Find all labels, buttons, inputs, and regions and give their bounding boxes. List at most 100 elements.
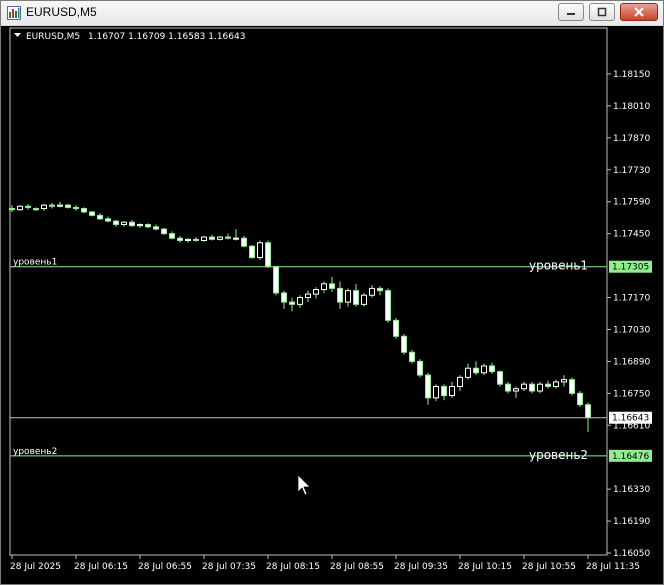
candle-body (249, 245, 255, 259)
candle (169, 231, 175, 240)
candle-body (217, 236, 223, 240)
dropdown-triangle-icon[interactable] (14, 33, 21, 37)
maximize-button[interactable] (589, 3, 615, 21)
candle-body (345, 290, 351, 303)
candle (481, 363, 487, 376)
price-tick-label: 1.17730 (613, 166, 650, 176)
candle (161, 227, 167, 235)
candle-body (353, 290, 359, 305)
price-tick-label: 1.17170 (613, 294, 650, 304)
candle (537, 381, 543, 394)
candle (321, 281, 327, 293)
candle-body (569, 379, 575, 394)
candle-body (289, 301, 295, 305)
time-tick-label: 28 Jul 06:15 (74, 562, 128, 572)
price-tick-label: 1.16610 (613, 421, 650, 431)
price-tick-label: 1.17590 (613, 198, 650, 208)
price-tick-label: 1.16190 (613, 517, 650, 527)
candle (513, 386, 519, 398)
candle-body (225, 236, 231, 239)
candle-body (561, 379, 567, 383)
candle-body (393, 319, 399, 337)
candle (553, 379, 559, 389)
price-tick-label: 1.18150 (613, 70, 650, 80)
candle-body (161, 228, 167, 235)
price-tick-label: 1.16330 (613, 485, 650, 495)
candle-body (297, 297, 303, 305)
candle-body (457, 376, 463, 387)
candle-body (185, 238, 191, 241)
candle-body (521, 383, 527, 390)
candle (369, 284, 375, 298)
price-tick-label: 1.17870 (613, 134, 650, 144)
candle-body (545, 383, 551, 387)
candle-body (585, 404, 591, 419)
candle (241, 235, 247, 248)
candle (249, 245, 255, 259)
candle-body (17, 205, 23, 211)
candle (129, 219, 135, 227)
candle-body (89, 211, 95, 216)
candle (225, 233, 231, 240)
price-axis: 1.18150 1.18010 1.17870 1.17730 1.17590 1.174… (607, 70, 650, 559)
candle-body (265, 242, 271, 268)
candle (17, 205, 23, 211)
candle-body (233, 237, 239, 240)
candle (361, 292, 367, 307)
candle (569, 377, 575, 396)
price-tick-label: 1.18010 (613, 102, 650, 112)
candle-body (241, 237, 247, 247)
candle (425, 372, 431, 405)
candle-body (281, 292, 287, 303)
time-axis: 28 Jul 2025 28 Jul 06:15 28 Jul 06:55 28 Ju… (10, 555, 640, 572)
candle (81, 207, 87, 214)
chart-header: EURUSD,M5 1.16707 1.16709 1.16583 1.1664… (14, 32, 245, 42)
candle (337, 281, 343, 309)
candle-body (385, 290, 391, 321)
candle (177, 235, 183, 243)
level-price-badge-text: 1.17305 (612, 263, 649, 273)
time-tick-label: 28 Jul 07:35 (202, 562, 256, 572)
candle (441, 384, 447, 401)
candle (281, 290, 287, 309)
candle (345, 288, 351, 307)
candle (121, 221, 127, 227)
candle (257, 240, 263, 260)
candle-body (465, 367, 471, 378)
candle-body (25, 205, 31, 208)
candle-body (97, 214, 103, 220)
time-tick-label: 28 Jul 10:15 (458, 562, 512, 572)
candle-body (169, 233, 175, 239)
candle (273, 265, 279, 296)
candle (217, 235, 223, 241)
price-tick-label: 1.17450 (613, 230, 650, 240)
candle (473, 361, 479, 376)
minimize-button[interactable] (558, 3, 584, 21)
candle (297, 295, 303, 308)
time-tick-label: 28 Jul 11:35 (586, 562, 640, 572)
candle (193, 237, 199, 242)
candle (377, 286, 383, 296)
candle (113, 219, 119, 227)
candle-body (369, 287, 375, 296)
candle-body (153, 226, 159, 230)
candle-body (481, 365, 487, 374)
price-tick-label: 1.17030 (613, 325, 650, 335)
candle (305, 290, 311, 303)
candle (49, 202, 55, 209)
candle-body (553, 381, 559, 387)
candle (25, 203, 31, 210)
candle-body (49, 204, 55, 207)
candle-body (505, 383, 511, 392)
candle-body (577, 392, 583, 406)
candle (65, 203, 71, 209)
time-tick-label: 28 Jul 2025 (10, 562, 61, 572)
candle (97, 213, 103, 220)
price-chart[interactable]: уровень1 уровень1 1.17305 уровень2 уровень2 1… (0, 25, 662, 583)
candle (329, 276, 335, 292)
candle-body (497, 371, 503, 385)
title-bar[interactable]: EURUSD,M5 (1, 1, 663, 26)
close-button[interactable] (620, 3, 658, 21)
header-symbol: EURUSD,M5 (26, 32, 80, 42)
candle-body (337, 287, 343, 303)
